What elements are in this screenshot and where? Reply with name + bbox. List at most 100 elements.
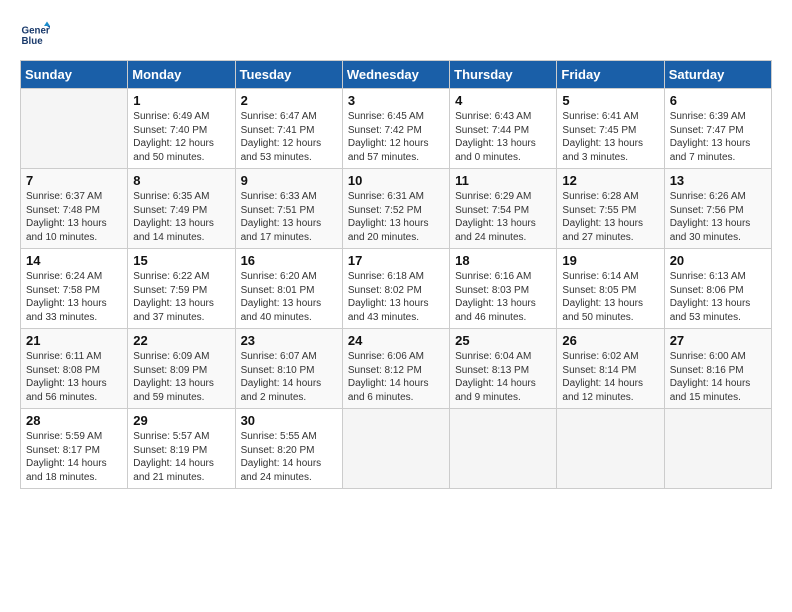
calendar-cell [21, 89, 128, 169]
calendar-cell: 7Sunrise: 6:37 AMSunset: 7:48 PMDaylight… [21, 169, 128, 249]
calendar-cell: 2 Sunrise: 6:47 AMSunset: 7:41 PMDaylight… [235, 89, 342, 169]
day-number: 2 [241, 93, 337, 108]
calendar-cell: 27 Sunrise: 6:00 AMSunset: 8:16 PMDayligh… [664, 329, 771, 409]
col-header-monday: Monday [128, 61, 235, 89]
calendar-cell: 3 Sunrise: 6:45 AMSunset: 7:42 PMDaylight… [342, 89, 449, 169]
calendar-cell: 19 Sunrise: 6:14 AMSunset: 8:05 PMDayligh… [557, 249, 664, 329]
calendar-cell: 17 Sunrise: 6:18 AMSunset: 8:02 PMDayligh… [342, 249, 449, 329]
calendar-cell: 4 Sunrise: 6:43 AMSunset: 7:44 PMDaylight… [450, 89, 557, 169]
day-number: 13 [670, 173, 766, 188]
calendar-cell: 11 Sunrise: 6:29 AMSunset: 7:54 PMDayligh… [450, 169, 557, 249]
calendar-cell: 9Sunrise: 6:33 AMSunset: 7:51 PMDaylight… [235, 169, 342, 249]
calendar-table: SundayMondayTuesdayWednesdayThursdayFrid… [20, 60, 772, 489]
calendar-cell [450, 409, 557, 489]
calendar-cell: 8 Sunrise: 6:35 AMSunset: 7:49 PMDaylight… [128, 169, 235, 249]
day-number: 25 [455, 333, 551, 348]
cell-content: Sunrise: 6:41 AMSunset: 7:45 PMDaylight:… [562, 110, 658, 164]
cell-content: Sunrise: 6:09 AMSunset: 8:09 PMDaylight:… [133, 350, 229, 404]
cell-content: Sunrise: 6:47 AMSunset: 7:41 PMDaylight:… [241, 110, 337, 164]
page-header: General Blue [20, 20, 772, 50]
day-number: 17 [348, 253, 444, 268]
calendar-cell: 14 Sunrise: 6:24 AMSunset: 7:58 PMDayligh… [21, 249, 128, 329]
cell-content: Sunrise: 6:13 AMSunset: 8:06 PMDaylight:… [670, 270, 766, 324]
day-number: 30 [241, 413, 337, 428]
day-number: 29 [133, 413, 229, 428]
day-number: 19 [562, 253, 658, 268]
cell-content: Sunrise: 6:28 AMSunset: 7:55 PMDaylight:… [562, 190, 658, 244]
day-number: 11 [455, 173, 551, 188]
day-number: 22 [133, 333, 229, 348]
calendar-cell: 12 Sunrise: 6:28 AMSunset: 7:55 PMDayligh… [557, 169, 664, 249]
day-number: 27 [670, 333, 766, 348]
svg-text:General: General [22, 26, 51, 37]
day-number: 6 [670, 93, 766, 108]
calendar-cell: 25 Sunrise: 6:04 AMSunset: 8:13 PMDayligh… [450, 329, 557, 409]
cell-content: Sunrise: 6:04 AMSunset: 8:13 PMDaylight:… [455, 350, 551, 404]
calendar-cell: 26 Sunrise: 6:02 AMSunset: 8:14 PMDayligh… [557, 329, 664, 409]
calendar-cell [664, 409, 771, 489]
cell-content: Sunrise: 6:00 AMSunset: 8:16 PMDaylight:… [670, 350, 766, 404]
calendar-cell [557, 409, 664, 489]
calendar-cell: 5Sunrise: 6:41 AMSunset: 7:45 PMDaylight… [557, 89, 664, 169]
calendar-cell: 10 Sunrise: 6:31 AMSunset: 7:52 PMDayligh… [342, 169, 449, 249]
cell-content: Sunrise: 6:20 AMSunset: 8:01 PMDaylight:… [241, 270, 337, 324]
calendar-cell: 18 Sunrise: 6:16 AMSunset: 8:03 PMDayligh… [450, 249, 557, 329]
day-number: 24 [348, 333, 444, 348]
day-number: 21 [26, 333, 122, 348]
cell-content: Sunrise: 6:31 AMSunset: 7:52 PMDaylight:… [348, 190, 444, 244]
col-header-saturday: Saturday [664, 61, 771, 89]
calendar-cell: 16 Sunrise: 6:20 AMSunset: 8:01 PMDayligh… [235, 249, 342, 329]
calendar-cell: 28 Sunrise: 5:59 AMSunset: 8:17 PMDayligh… [21, 409, 128, 489]
cell-content: Sunrise: 6:11 AMSunset: 8:08 PMDaylight:… [26, 350, 122, 404]
cell-content: Sunrise: 6:39 AMSunset: 7:47 PMDaylight:… [670, 110, 766, 164]
day-number: 23 [241, 333, 337, 348]
calendar-cell: 1Sunrise: 6:49 AMSunset: 7:40 PMDaylight… [128, 89, 235, 169]
cell-content: Sunrise: 6:29 AMSunset: 7:54 PMDaylight:… [455, 190, 551, 244]
cell-content: Sunrise: 5:57 AMSunset: 8:19 PMDaylight:… [133, 430, 229, 484]
calendar-cell: 21 Sunrise: 6:11 AMSunset: 8:08 PMDayligh… [21, 329, 128, 409]
logo: General Blue [20, 20, 54, 50]
cell-content: Sunrise: 6:43 AMSunset: 7:44 PMDaylight:… [455, 110, 551, 164]
day-number: 28 [26, 413, 122, 428]
cell-content: Sunrise: 6:22 AMSunset: 7:59 PMDaylight:… [133, 270, 229, 324]
cell-content: Sunrise: 5:55 AMSunset: 8:20 PMDaylight:… [241, 430, 337, 484]
cell-content: Sunrise: 6:35 AMSunset: 7:49 PMDaylight:… [133, 190, 229, 244]
cell-content: Sunrise: 6:26 AMSunset: 7:56 PMDaylight:… [670, 190, 766, 244]
day-number: 4 [455, 93, 551, 108]
day-number: 1 [133, 93, 229, 108]
col-header-friday: Friday [557, 61, 664, 89]
col-header-sunday: Sunday [21, 61, 128, 89]
calendar-cell [342, 409, 449, 489]
calendar-cell: 20 Sunrise: 6:13 AMSunset: 8:06 PMDayligh… [664, 249, 771, 329]
day-number: 20 [670, 253, 766, 268]
day-number: 16 [241, 253, 337, 268]
cell-content: Sunrise: 6:16 AMSunset: 8:03 PMDaylight:… [455, 270, 551, 324]
cell-content: Sunrise: 6:06 AMSunset: 8:12 PMDaylight:… [348, 350, 444, 404]
calendar-cell: 15 Sunrise: 6:22 AMSunset: 7:59 PMDayligh… [128, 249, 235, 329]
day-number: 8 [133, 173, 229, 188]
calendar-cell: 23 Sunrise: 6:07 AMSunset: 8:10 PMDayligh… [235, 329, 342, 409]
col-header-wednesday: Wednesday [342, 61, 449, 89]
day-number: 15 [133, 253, 229, 268]
cell-content: Sunrise: 6:45 AMSunset: 7:42 PMDaylight:… [348, 110, 444, 164]
day-number: 18 [455, 253, 551, 268]
day-number: 12 [562, 173, 658, 188]
day-number: 26 [562, 333, 658, 348]
day-number: 7 [26, 173, 122, 188]
cell-content: Sunrise: 6:18 AMSunset: 8:02 PMDaylight:… [348, 270, 444, 324]
cell-content: Sunrise: 6:02 AMSunset: 8:14 PMDaylight:… [562, 350, 658, 404]
cell-content: Sunrise: 5:59 AMSunset: 8:17 PMDaylight:… [26, 430, 122, 484]
calendar-cell: 30 Sunrise: 5:55 AMSunset: 8:20 PMDayligh… [235, 409, 342, 489]
cell-content: Sunrise: 6:24 AMSunset: 7:58 PMDaylight:… [26, 270, 122, 324]
cell-content: Sunrise: 6:07 AMSunset: 8:10 PMDaylight:… [241, 350, 337, 404]
day-number: 14 [26, 253, 122, 268]
calendar-cell: 6 Sunrise: 6:39 AMSunset: 7:47 PMDaylight… [664, 89, 771, 169]
col-header-tuesday: Tuesday [235, 61, 342, 89]
calendar-cell: 29 Sunrise: 5:57 AMSunset: 8:19 PMDayligh… [128, 409, 235, 489]
day-number: 10 [348, 173, 444, 188]
cell-content: Sunrise: 6:14 AMSunset: 8:05 PMDaylight:… [562, 270, 658, 324]
svg-text:Blue: Blue [22, 36, 44, 47]
calendar-cell: 24 Sunrise: 6:06 AMSunset: 8:12 PMDayligh… [342, 329, 449, 409]
cell-content: Sunrise: 6:33 AMSunset: 7:51 PMDaylight:… [241, 190, 337, 244]
day-number: 3 [348, 93, 444, 108]
